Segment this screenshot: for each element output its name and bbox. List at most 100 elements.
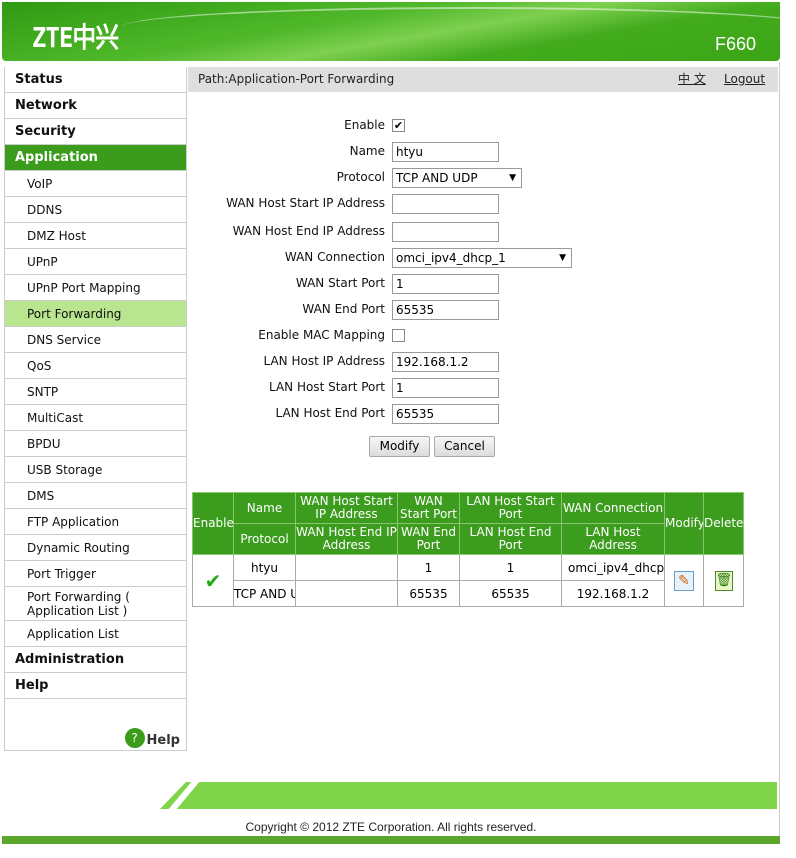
device-model: F660	[714, 34, 756, 54]
sidebar: Status Network Security Application VoIP DDNS…	[4, 67, 187, 751]
wan-host-start-label: WAN Host Start IP Address	[226, 196, 385, 210]
logout-link[interactable]: Logout	[724, 67, 765, 91]
name-label: Name	[349, 144, 385, 158]
lan-host-ip-label: LAN Host IP Address	[263, 354, 385, 368]
header-banner: ZTE中兴 F660	[2, 2, 780, 61]
lan-host-start-input[interactable]: 1	[392, 378, 499, 398]
sidebar-item-security[interactable]: Security	[5, 119, 186, 145]
enable-mac-label: Enable MAC Mapping	[258, 328, 385, 342]
col-modify: Modify	[664, 492, 704, 555]
sidebar-item-ftp-application[interactable]: FTP Application	[5, 509, 186, 535]
sidebar-item-usb-storage[interactable]: USB Storage	[5, 457, 186, 483]
name-row: Name htyu	[188, 141, 778, 163]
sidebar-item-application-list[interactable]: Application List	[5, 621, 186, 647]
frame-border	[779, 62, 780, 836]
protocol-select[interactable]: TCP AND UDP ▼	[392, 168, 522, 188]
col-name: Name	[233, 492, 296, 524]
sidebar-item-sntp[interactable]: SNTP	[5, 379, 186, 405]
cell-wan-host-end	[295, 580, 398, 607]
wan-end-port-label: WAN End Port	[302, 302, 385, 316]
lan-host-ip-input[interactable]: 192.168.1.2	[392, 352, 499, 372]
sidebar-item-multicast[interactable]: MultiCast	[5, 405, 186, 431]
enable-mac-row: Enable MAC Mapping	[188, 325, 778, 347]
cell-name: htyu	[233, 554, 296, 581]
sidebar-item-upnp-port-mapping[interactable]: UPnP Port Mapping	[5, 275, 186, 301]
cancel-button[interactable]: Cancel	[434, 436, 495, 457]
lan-host-end-label: LAN Host End Port	[275, 406, 385, 420]
modify-button[interactable]: Modify	[369, 436, 430, 457]
sidebar-item-bpdu[interactable]: BPDU	[5, 431, 186, 457]
sidebar-item-status[interactable]: Status	[5, 67, 186, 93]
enabled-cell: ✔	[192, 554, 234, 607]
wan-start-port-label: WAN Start Port	[295, 276, 385, 290]
sidebar-item-ddns[interactable]: DDNS	[5, 197, 186, 223]
cell-wan-start-port: 1	[397, 554, 460, 581]
protocol-value: TCP AND UDP	[396, 171, 478, 185]
sidebar-item-upnp[interactable]: UPnP	[5, 249, 186, 275]
enable-row: Enable ✔	[188, 115, 778, 137]
wan-connection-label: WAN Connection	[284, 250, 385, 264]
lan-host-end-input[interactable]: 65535	[392, 404, 499, 424]
col-wan-connection: WAN Connection	[561, 492, 665, 524]
wan-start-port-input[interactable]: 1	[392, 274, 499, 294]
enable-label: Enable	[344, 118, 385, 132]
col-protocol: Protocol	[233, 523, 296, 555]
cell-wan-end-port: 65535	[397, 580, 460, 607]
wan-connection-row: WAN Connection omci_ipv4_dhcp_1 ▼	[188, 247, 778, 269]
wan-end-port-row: WAN End Port 65535	[188, 299, 778, 321]
edit-pencil-icon[interactable]: ✎	[674, 570, 694, 591]
col-enable: Enable	[192, 492, 234, 555]
dropdown-arrow-icon: ▼	[559, 253, 566, 263]
sidebar-item-port-forwarding[interactable]: Port Forwarding	[5, 301, 186, 327]
sidebar-item-dns-service[interactable]: DNS Service	[5, 327, 186, 353]
name-input[interactable]: htyu	[392, 142, 499, 162]
cell-lan-host-address: 192.168.1.2	[561, 580, 665, 607]
sidebar-item-port-forwarding-application-list[interactable]: Port Forwarding ( Application List )	[5, 587, 186, 621]
sidebar-item-voip[interactable]: VoIP	[5, 171, 186, 197]
enable-checkbox[interactable]: ✔	[392, 119, 405, 132]
wan-host-end-input[interactable]	[392, 222, 499, 242]
wan-start-port-row: WAN Start Port 1	[188, 273, 778, 295]
sidebar-item-dmz-host[interactable]: DMZ Host	[5, 223, 186, 249]
breadcrumb: Path:Application-Port Forwarding 中 文 Log…	[188, 67, 778, 92]
zte-logo: ZTE中兴	[32, 21, 119, 54]
table-header-row: Enable Name WAN Host Start IP Address WA…	[192, 492, 744, 555]
modify-cell: ✎	[664, 554, 704, 607]
checkmark-icon: ✔	[204, 568, 222, 593]
sidebar-item-help[interactable]: Help	[5, 673, 186, 699]
cell-wan-connection: omci_ipv4_dhcp_1	[561, 554, 665, 581]
path-text: Path:Application-Port Forwarding	[198, 72, 395, 86]
table-header-row: Protocol WAN Host End IP Address WAN End…	[193, 523, 744, 555]
sidebar-item-administration[interactable]: Administration	[5, 647, 186, 673]
wan-host-start-input[interactable]	[392, 194, 499, 214]
sidebar-item-qos[interactable]: QoS	[5, 353, 186, 379]
language-link[interactable]: 中 文	[678, 67, 706, 91]
sidebar-item-dms[interactable]: DMS	[5, 483, 186, 509]
help-link[interactable]: ? Help	[124, 728, 180, 748]
port-forwarding-table: Enable Name WAN Host Start IP Address WA…	[192, 492, 744, 607]
cell-lan-host-start: 1	[459, 554, 562, 581]
col-lan-host-end: LAN Host End Port	[459, 523, 562, 555]
col-lan-host-start: LAN Host Start Port	[459, 492, 562, 524]
dropdown-arrow-icon: ▼	[509, 173, 516, 183]
wan-connection-select[interactable]: omci_ipv4_dhcp_1 ▼	[392, 248, 572, 268]
banner-wave	[122, 7, 780, 47]
wan-connection-value: omci_ipv4_dhcp_1	[396, 251, 506, 265]
wan-host-end-label: WAN Host End IP Address	[232, 224, 385, 238]
table-row: TCP AND UDP 65535 65535 192.168.1.2	[193, 580, 744, 607]
cell-wan-host-start	[295, 554, 398, 581]
trash-icon[interactable]: 🗑	[714, 570, 733, 591]
sidebar-item-application[interactable]: Application	[5, 145, 186, 171]
footer-stripe	[160, 782, 777, 809]
wan-host-start-row: WAN Host Start IP Address	[188, 193, 778, 215]
cell-lan-host-end: 65535	[459, 580, 562, 607]
lan-host-end-row: LAN Host End Port 65535	[188, 403, 778, 425]
sidebar-item-port-trigger[interactable]: Port Trigger	[5, 561, 186, 587]
enable-mac-checkbox[interactable]	[392, 329, 405, 342]
help-icon: ?	[124, 728, 145, 748]
sidebar-item-dynamic-routing[interactable]: Dynamic Routing	[5, 535, 186, 561]
sidebar-item-network[interactable]: Network	[5, 93, 186, 119]
col-delete: Delete	[703, 492, 744, 555]
footer-bar	[2, 836, 780, 844]
wan-end-port-input[interactable]: 65535	[392, 300, 499, 320]
